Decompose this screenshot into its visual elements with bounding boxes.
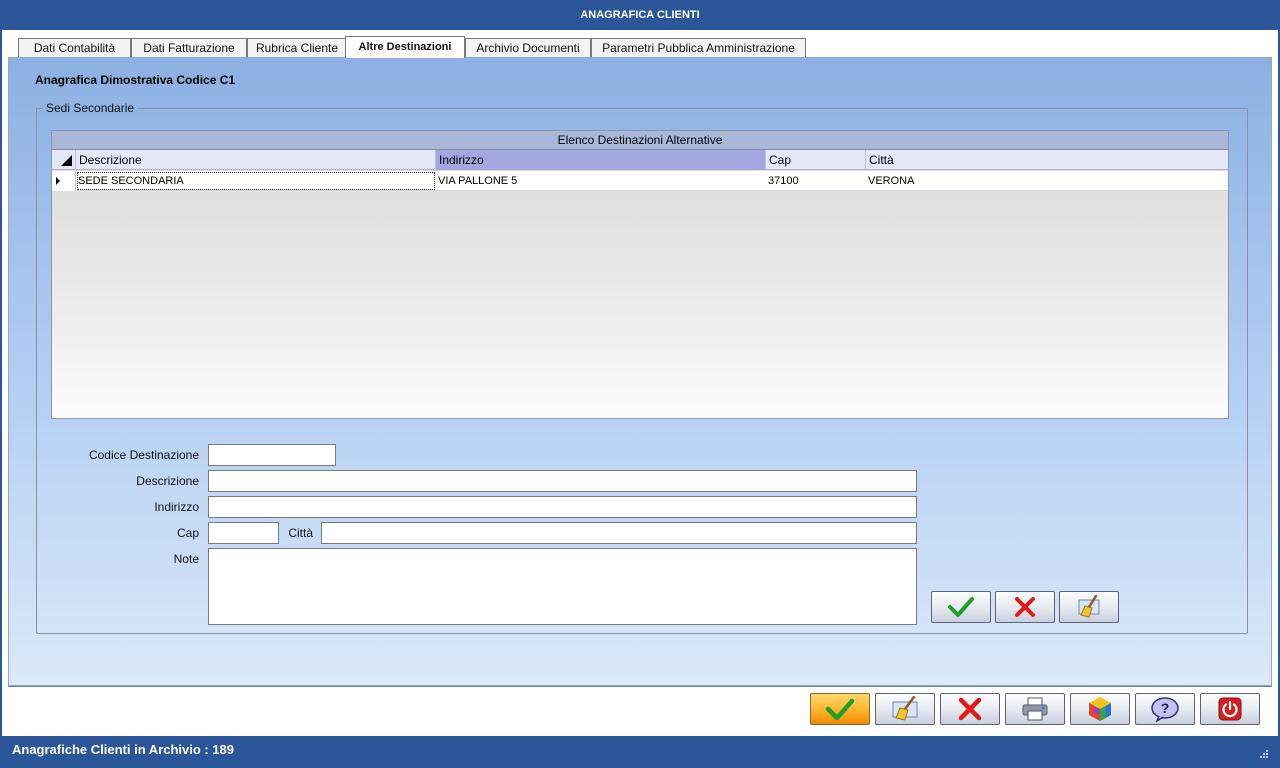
window: ANAGRAFICA CLIENTI Dati Contabilità Dati…	[0, 0, 1280, 768]
help-button[interactable]: ?	[1135, 693, 1195, 725]
cap-label: Cap	[176, 526, 199, 540]
tab-strip: Dati Contabilità Dati Fatturazione Rubri…	[8, 36, 1272, 58]
cell-citta[interactable]: VERONA	[866, 171, 1228, 191]
column-header-citta[interactable]: Città	[866, 150, 1228, 170]
divider	[8, 686, 1272, 687]
window-title: ANAGRAFICA CLIENTI	[580, 9, 700, 21]
cancel-button[interactable]	[940, 693, 1000, 725]
column-header-cap[interactable]: Cap	[766, 150, 866, 170]
select-all-corner[interactable]	[52, 150, 76, 170]
group-sedi-secondarie: Sedi Secondarie Elenco Destinazioni Alte…	[36, 101, 1248, 634]
check-icon	[948, 597, 974, 617]
save-button[interactable]	[810, 693, 870, 725]
column-header-indirizzo[interactable]: Indirizzo	[436, 150, 766, 170]
resize-grip-icon[interactable]	[1259, 749, 1269, 759]
exit-button[interactable]	[1200, 693, 1260, 725]
cancel-destination-button[interactable]	[995, 591, 1055, 623]
tab-archivio-documenti[interactable]: Archivio Documenti	[465, 38, 591, 58]
confirm-destination-button[interactable]	[931, 591, 991, 623]
cap-input[interactable]	[208, 522, 279, 544]
help-icon: ?	[1151, 697, 1179, 722]
group-legend: Sedi Secondarie	[43, 101, 138, 115]
indirizzo-label: Indirizzo	[154, 500, 199, 514]
broom-icon	[892, 696, 918, 721]
descrizione-label: Descrizione	[136, 474, 199, 488]
printer-icon	[1022, 697, 1048, 721]
x-icon	[1015, 597, 1035, 617]
cell-descrizione[interactable]: SEDE SECONDARIA	[76, 171, 436, 191]
cube-icon	[1089, 697, 1111, 721]
power-icon	[1218, 697, 1242, 721]
descrizione-input[interactable]	[208, 470, 917, 492]
table-row[interactable]: SEDE SECONDARIA VIA PALLONE 5 37100 VERO…	[52, 171, 1228, 191]
codice-destinazione-input[interactable]	[208, 444, 336, 466]
tab-dati-fatturazione[interactable]: Dati Fatturazione	[131, 38, 247, 58]
cell-indirizzo[interactable]: VIA PALLONE 5	[436, 171, 766, 191]
tab-rubrica-cliente[interactable]: Rubrica Cliente	[247, 38, 347, 58]
svg-text:?: ?	[1161, 700, 1170, 716]
tab-dati-contabilita[interactable]: Dati Contabilità	[18, 38, 131, 58]
x-icon	[958, 697, 982, 721]
status-text: Anagrafiche Clienti in Archivio : 189	[12, 742, 235, 757]
corner-triangle-icon	[61, 155, 72, 166]
tab-parametri-pa[interactable]: Parametri Pubblica Amministrazione	[591, 38, 806, 58]
grid-header: Descrizione Indirizzo Cap Città	[52, 150, 1228, 170]
cube-button[interactable]	[1070, 693, 1130, 725]
indirizzo-input[interactable]	[208, 496, 917, 518]
grid-caption: Elenco Destinazioni Alternative	[52, 131, 1228, 150]
check-icon	[825, 698, 855, 721]
clear-destination-button[interactable]	[1059, 591, 1119, 623]
citta-input[interactable]	[321, 522, 917, 544]
row-header[interactable]	[52, 171, 76, 191]
column-header-descrizione[interactable]: Descrizione	[76, 150, 436, 170]
client-area: Dati Contabilità Dati Fatturazione Rubri…	[2, 30, 1278, 736]
cell-cap[interactable]: 37100	[766, 171, 866, 191]
page-title: Anagrafica Dimostrativa Codice C1	[35, 73, 236, 87]
note-textarea[interactable]	[208, 548, 917, 625]
codice-destinazione-label: Codice Destinazione	[88, 448, 199, 462]
destinations-grid[interactable]: Elenco Destinazioni Alternative Descrizi…	[51, 130, 1229, 419]
tab-content-panel: Anagrafica Dimostrativa Codice C1 Sedi S…	[8, 57, 1272, 686]
note-label: Note	[173, 552, 199, 566]
citta-label: Città	[288, 526, 313, 540]
tab-altre-destinazioni[interactable]: Altre Destinazioni	[345, 36, 465, 58]
print-button[interactable]	[1005, 693, 1065, 725]
broom-icon	[1078, 595, 1100, 618]
status-bar: Anagrafiche Clienti in Archivio : 189	[8, 738, 1272, 762]
current-row-arrow-icon	[56, 177, 60, 185]
clear-button[interactable]	[875, 693, 935, 725]
